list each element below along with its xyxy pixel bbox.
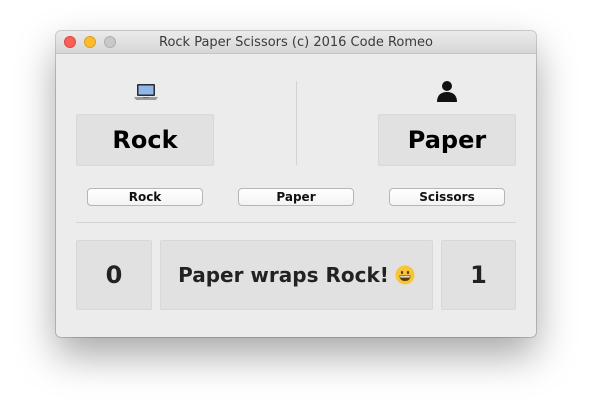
title-bar[interactable]: Rock Paper Scissors (c) 2016 Code Romeo bbox=[56, 31, 536, 54]
horizontal-divider bbox=[76, 222, 516, 223]
laptop-icon bbox=[134, 84, 158, 100]
person-icon bbox=[437, 81, 457, 102]
computer-choice-display: Rock bbox=[76, 114, 214, 166]
paper-button[interactable]: Paper bbox=[238, 188, 354, 206]
window-title: Rock Paper Scissors (c) 2016 Code Romeo bbox=[159, 35, 433, 50]
vertical-divider bbox=[296, 81, 297, 165]
app-window: Rock Paper Scissors (c) 2016 Code Romeo … bbox=[56, 31, 536, 337]
result-message: Paper wraps Rock! bbox=[160, 240, 433, 310]
computer-score: 0 bbox=[76, 240, 152, 310]
rock-button[interactable]: Rock bbox=[87, 188, 203, 206]
result-text: Paper wraps Rock! bbox=[178, 263, 389, 287]
grinning-face-icon bbox=[395, 265, 415, 285]
player-choice-display: Paper bbox=[378, 114, 516, 166]
scissors-button[interactable]: Scissors bbox=[389, 188, 505, 206]
player-score: 1 bbox=[441, 240, 516, 310]
